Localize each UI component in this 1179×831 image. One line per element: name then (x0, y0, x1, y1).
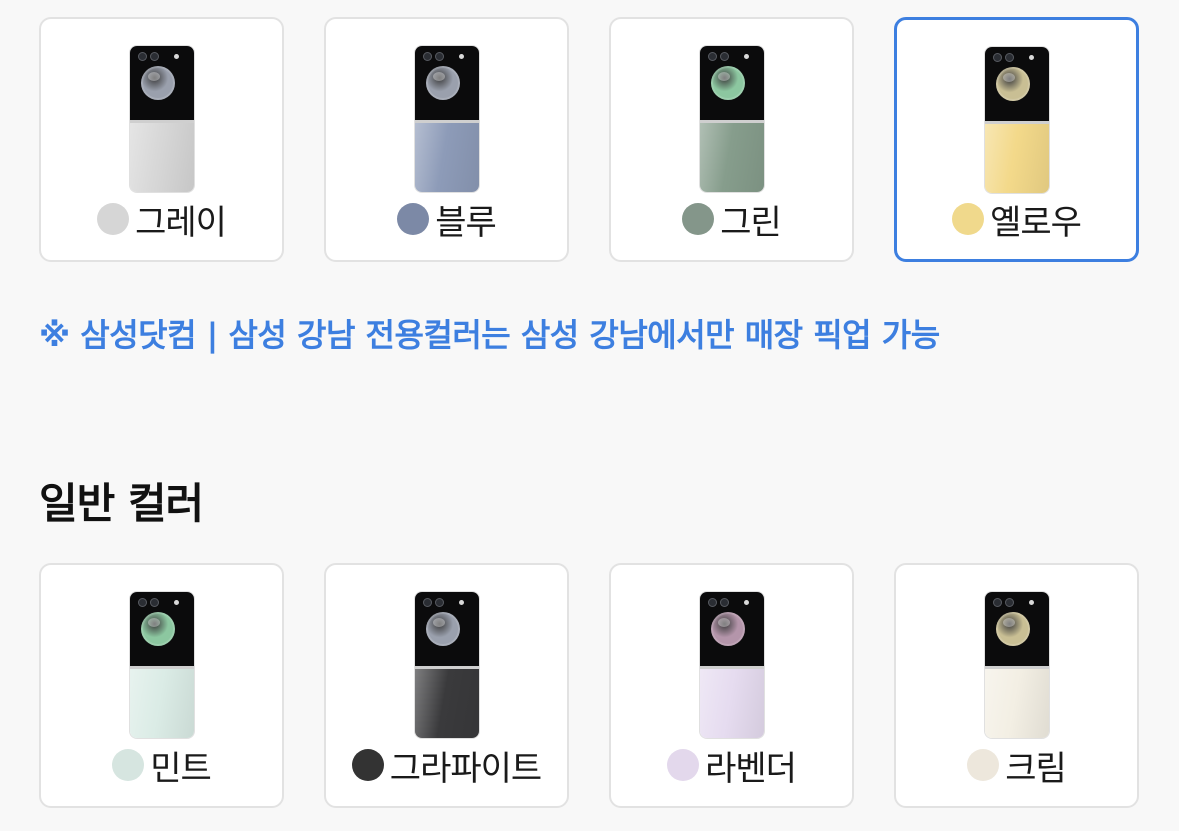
color-name: 크림 (1005, 748, 1067, 789)
color-name: 그라파이트 (389, 748, 542, 789)
color-swatch (351, 749, 384, 781)
color-swatch (397, 203, 430, 235)
color-option-cream[interactable]: 크림 (894, 563, 1139, 808)
color-option-blue[interactable]: 블루 (324, 17, 569, 262)
standard-color-grid: 민트 그라파이트 라벤더 크림 (39, 563, 1139, 808)
color-swatch (97, 203, 130, 235)
color-option-green[interactable]: 그린 (609, 17, 854, 262)
color-option-graphite[interactable]: 그라파이트 (324, 563, 569, 808)
color-name: 옐로우 (990, 202, 1082, 243)
color-option-yellow[interactable]: 옐로우 (894, 17, 1139, 262)
color-name: 그린 (720, 202, 782, 243)
color-swatch (952, 203, 985, 235)
color-name: 블루 (435, 202, 497, 243)
phone-image (984, 592, 1049, 738)
phone-image (984, 47, 1049, 193)
color-swatch (682, 203, 715, 235)
phone-image (414, 46, 479, 192)
phone-image (699, 592, 764, 738)
color-option-lavender[interactable]: 라벤더 (609, 563, 854, 808)
phone-image (414, 592, 479, 738)
phone-image (129, 592, 194, 738)
color-option-gray[interactable]: 그레이 (39, 17, 284, 262)
exclusive-color-grid: 그레이 블루 그린 옐로우 (39, 17, 1139, 262)
phone-image (699, 46, 764, 192)
color-option-mint[interactable]: 민트 (39, 563, 284, 808)
color-name: 라벤더 (705, 748, 797, 789)
color-swatch (967, 749, 1000, 781)
color-name: 민트 (150, 748, 212, 789)
section-title: 일반 컬러 (39, 479, 204, 528)
color-swatch (112, 749, 145, 781)
color-swatch (667, 749, 700, 781)
color-name: 그레이 (135, 202, 227, 243)
color-picker-page: 그레이 블루 그린 옐로우 ※ 삼성닷컴 | 삼성 강남 전용컬러는 삼성 강남… (0, 0, 1179, 831)
pickup-notice: ※ 삼성닷컴 | 삼성 강남 전용컬러는 삼성 강남에서만 매장 픽업 가능 (39, 316, 940, 354)
phone-image (129, 46, 194, 192)
